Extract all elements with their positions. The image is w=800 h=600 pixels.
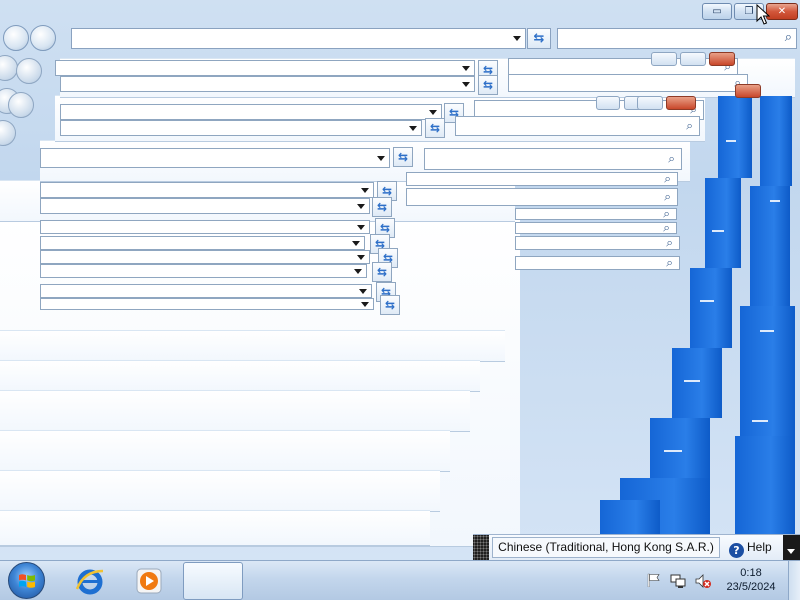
address-input[interactable] <box>72 29 500 48</box>
input-language-button[interactable]: Chinese (Traditional, Hong Kong S.A.R.) <box>492 537 720 558</box>
volume-muted-icon[interactable] <box>695 573 711 589</box>
search-input[interactable] <box>558 29 766 48</box>
help-icon: ? <box>729 543 744 558</box>
refresh-button[interactable]: ⇆ <box>527 28 551 49</box>
system-clock[interactable]: 0:18 23/5/2024 <box>721 566 781 594</box>
chevron-down-icon <box>787 549 795 554</box>
clock-time: 0:18 <box>740 567 762 579</box>
back-button[interactable] <box>3 25 29 51</box>
media-player-icon[interactable] <box>135 567 163 595</box>
search-box[interactable]: ⌕ <box>557 28 797 49</box>
search-icon[interactable]: ⌕ <box>785 30 792 45</box>
desktop-screen: ⇆ ⇆ ⇆ ⇆ ⇆ ⇆ ⇆ ⇆ ⇆ ⇆ ⇆ ⇆ ⇆ ⌕ ⌕ ⌕ ⌕ ⌕ ⌕ ⌕ … <box>0 0 800 600</box>
windows-logo-icon <box>19 574 35 588</box>
mouse-cursor-icon <box>756 4 770 25</box>
forward-button[interactable] <box>30 25 56 51</box>
chevron-down-icon[interactable] <box>513 36 521 41</box>
show-desktop-button[interactable] <box>788 561 800 600</box>
clock-date: 23/5/2024 <box>726 581 776 593</box>
taskbar: 0:18 23/5/2024 <box>0 560 800 600</box>
action-center-flag-icon[interactable] <box>647 573 661 587</box>
language-bar-options-button[interactable] <box>783 535 800 560</box>
help-label: Help <box>747 540 772 554</box>
help-button[interactable]: ? Help <box>729 537 779 558</box>
taskbar-window-button[interactable] <box>183 562 243 600</box>
internet-explorer-icon[interactable] <box>74 565 106 597</box>
address-bar[interactable] <box>71 28 526 49</box>
language-bar-grip[interactable] <box>473 535 489 560</box>
minimize-button[interactable]: ▭ <box>702 3 732 20</box>
language-bar: Chinese (Traditional, Hong Kong S.A.R.) … <box>473 534 800 560</box>
start-button[interactable] <box>8 562 45 599</box>
close-button[interactable]: ✕ <box>766 3 798 20</box>
network-icon[interactable] <box>670 573 686 589</box>
